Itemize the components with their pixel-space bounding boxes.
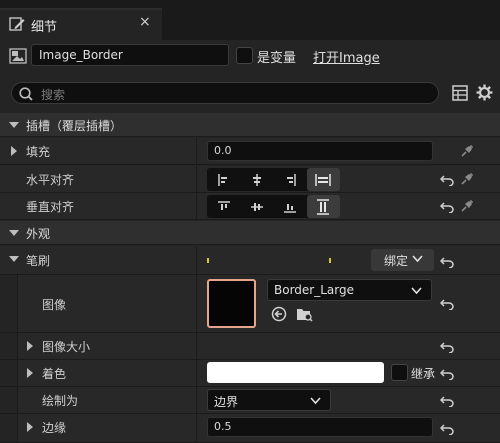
align-left-icon[interactable] [207,168,240,191]
search-input[interactable]: 搜索 [11,82,439,104]
expand-arrow-icon[interactable] [27,368,33,378]
reset-arrow-icon[interactable] [440,395,454,407]
pencil-icon [9,17,25,31]
search-placeholder: 搜索 [41,88,66,102]
halign-label: 水平对齐 [26,173,75,187]
add-pin-icon[interactable] [460,199,474,213]
inherit-label: 继承 [411,367,436,381]
image-asset-picker[interactable]: Border_Large [267,279,432,301]
halign-segmented [207,168,340,191]
browse-folder-icon[interactable] [296,306,313,322]
close-icon[interactable]: × [139,14,151,30]
align-top-icon[interactable] [207,195,240,218]
tint-label: 着色 [42,367,67,381]
resize-marker [329,258,331,263]
align-right-icon[interactable] [274,168,307,191]
bind-label: 绑定 [384,254,409,268]
valign-label: 垂直对齐 [26,200,75,214]
draw-as-value: 边界 [214,395,239,409]
section-label: 插槽（覆层插槽） [26,119,123,133]
add-pin-icon[interactable] [460,144,474,158]
is-variable-label: 是变量 [257,51,297,66]
margin-label: 边缘 [42,421,67,435]
expand-arrow-icon[interactable] [11,146,17,156]
reset-arrow-icon[interactable] [440,341,454,353]
column-divider [196,166,197,192]
chevron-down-icon [411,287,422,295]
image-widget-icon [9,48,27,64]
indent-guide [0,414,18,442]
chevron-down-icon [412,255,423,263]
image-size-label: 图像大小 [42,340,91,354]
padding-label: 填充 [26,145,51,159]
indent-guide [0,333,18,359]
resize-marker [207,258,209,263]
row-horizontal-alignment: 水平对齐 [0,166,500,193]
image-label: 图像 [42,298,67,312]
row-image-size: 图像大小 [0,333,500,360]
row-padding: 填充 0.0 [0,138,500,165]
align-middle-icon[interactable] [240,195,273,218]
indent-guide [0,387,18,413]
inherit-checkbox[interactable] [391,364,408,381]
valign-segmented [207,195,340,218]
widget-name-input[interactable]: Image_Border [31,44,229,66]
use-selected-icon[interactable] [271,306,287,322]
column-divider [196,387,197,413]
brush-label: 笔刷 [26,254,51,268]
collapse-arrow-icon[interactable] [9,256,19,262]
reset-arrow-icon[interactable] [440,298,454,310]
column-divider [196,246,197,274]
reset-arrow-icon[interactable] [440,256,454,268]
indent-guide [0,360,18,386]
padding-field[interactable]: 0.0 [207,141,433,161]
open-image-link[interactable]: 打开Image [313,47,380,66]
add-pin-icon[interactable] [460,172,474,186]
reset-arrow-icon[interactable] [440,423,454,435]
draw-as-dropdown[interactable]: 边界 [207,389,331,411]
section-appearance[interactable]: 外观 [0,221,500,245]
reset-arrow-icon[interactable] [440,201,454,213]
bind-button[interactable]: 绑定 [371,249,434,271]
section-slot[interactable]: 插槽（覆层插槽） [0,113,500,137]
align-vfill-icon[interactable] [306,195,340,218]
is-variable-checkbox[interactable] [236,47,253,64]
expand-arrow-icon[interactable] [27,341,33,351]
indent-guide [0,275,18,332]
column-divider [196,193,197,219]
tab-title: 细节 [31,20,58,35]
column-divider [196,275,197,332]
table-view-icon[interactable] [452,85,468,101]
row-vertical-alignment: 垂直对齐 [0,193,500,220]
reset-arrow-icon[interactable] [440,368,454,380]
chevron-down-icon [310,397,321,405]
tint-color-swatch[interactable] [207,362,384,383]
column-divider [196,333,197,359]
tab-bar: 细节 × [0,0,500,40]
align-bottom-icon[interactable] [274,195,307,218]
image-asset-name: Border_Large [274,283,354,297]
align-center-icon[interactable] [240,168,273,191]
column-divider [196,360,197,386]
draw-as-label: 绘制为 [42,394,79,408]
gear-icon[interactable] [476,84,493,101]
column-divider [196,414,197,442]
align-fill-icon[interactable] [306,168,340,191]
section-label: 外观 [26,227,51,241]
expand-arrow-icon[interactable] [27,422,33,432]
margin-field[interactable]: 0.5 [207,417,433,437]
row-draw-as: 绘制为 边界 [0,387,500,414]
search-icon [19,87,33,101]
row-margin: 边缘 0.5 [0,414,500,443]
column-divider [196,138,197,164]
tab-details[interactable]: 细节 × [0,8,162,40]
collapse-arrow-icon [9,122,19,128]
image-thumbnail[interactable] [207,279,256,328]
collapse-arrow-icon [9,230,19,236]
reset-arrow-icon[interactable] [440,174,454,186]
